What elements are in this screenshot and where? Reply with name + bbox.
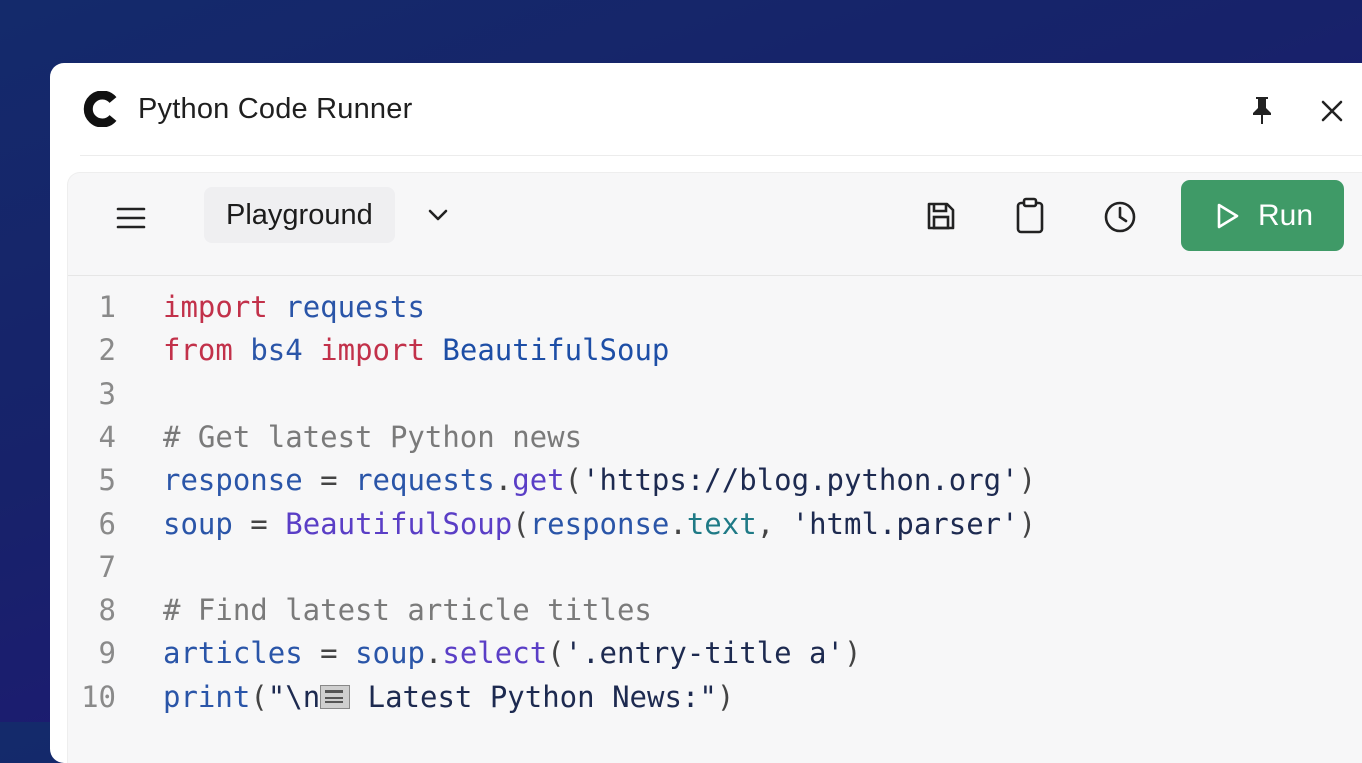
- history-clock-icon[interactable]: [1102, 199, 1138, 235]
- code-token: '.entry-title a': [564, 636, 844, 671]
- code-token: soup: [355, 636, 425, 671]
- code-line[interactable]: 10 print("\n Latest Python News:"): [68, 676, 1268, 719]
- line-number: 9: [98, 636, 116, 671]
- code-text: from bs4 import BeautifulSoup: [163, 329, 669, 372]
- code-token: ): [1018, 506, 1037, 541]
- code-line[interactable]: 8 # Find latest article titles: [68, 589, 1268, 632]
- newspaper-icon: [320, 684, 351, 709]
- playground-selected: Playground: [204, 187, 395, 243]
- code-text: import requests: [163, 286, 425, 329]
- title-bar: Python Code Runner: [50, 63, 1362, 155]
- code-token: (: [250, 679, 268, 714]
- pin-icon[interactable]: [1248, 95, 1276, 125]
- code-token: 'html.parser': [791, 506, 1019, 541]
- hamburger-menu-icon[interactable]: [114, 201, 148, 235]
- code-editor[interactable]: 1 import requests 2 from bs4 import Beautif…: [68, 276, 1362, 763]
- code-token: import: [163, 290, 268, 324]
- code-token: ): [843, 636, 862, 671]
- code-token: ): [716, 679, 735, 714]
- code-text: response = requests.get('https://blog.py…: [163, 459, 1036, 502]
- code-runner-panel: Playground Run 1 import requests 2 from …: [68, 173, 1362, 763]
- run-label: Run: [1257, 198, 1314, 232]
- line-number: 6: [98, 506, 116, 541]
- code-line[interactable]: 5 response = requests.get('https://blog.p…: [68, 459, 1268, 502]
- code-line[interactable]: 4 # Get latest Python news: [68, 416, 1268, 459]
- code-text: articles = soup.select('.entry-title a'): [163, 632, 861, 675]
- clipboard-icon[interactable]: [1013, 197, 1047, 235]
- play-icon: [1217, 203, 1239, 228]
- code-token: print: [163, 679, 251, 714]
- line-number: 2: [98, 333, 116, 368]
- code-token: (: [547, 636, 565, 671]
- code-token: bs4: [250, 333, 303, 368]
- chevron-down-icon[interactable]: [424, 201, 452, 229]
- code-token: BeautifulSoup: [442, 333, 670, 368]
- code-token: text: [686, 506, 757, 541]
- code-text: soup = BeautifulSoup(response.text, 'htm…: [163, 503, 1036, 546]
- app-title: Python Code Runner: [138, 93, 413, 125]
- code-token: requests: [355, 463, 495, 498]
- code-token: response: [529, 506, 670, 541]
- code-text: # Find latest article titles: [163, 589, 652, 632]
- line-number: 8: [98, 593, 116, 628]
- code-token: articles: [163, 636, 303, 671]
- code-token: requests: [285, 290, 425, 324]
- save-icon[interactable]: [924, 199, 958, 233]
- code-token: Latest Python News:": [350, 679, 717, 714]
- run-button[interactable]: Run: [1181, 180, 1344, 251]
- code-token: import: [320, 333, 425, 368]
- c-logo-icon: [83, 91, 117, 127]
- code-token: BeautifulSoup: [285, 506, 513, 541]
- code-token: (: [564, 463, 583, 498]
- code-token: select: [442, 636, 548, 671]
- code-token: =: [302, 636, 356, 671]
- code-line[interactable]: 2 from bs4 import BeautifulSoup: [68, 329, 1268, 372]
- code-line[interactable]: 1 import requests: [68, 286, 1268, 329]
- code-token: get: [512, 463, 565, 498]
- code-line[interactable]: 6 soup = BeautifulSoup(response.text, 'ht…: [68, 503, 1268, 546]
- line-number: 7: [98, 549, 116, 584]
- code-text: # Get latest Python news: [163, 416, 582, 459]
- line-number: 3: [98, 376, 116, 411]
- toolbar: Playground Run: [68, 173, 1362, 276]
- code-token: ): [1018, 463, 1037, 498]
- code-token: "\n: [267, 679, 321, 714]
- code-line[interactable]: 7: [68, 546, 1268, 589]
- app-window: Python Code Runner Playground Run 1 impo…: [50, 63, 1362, 763]
- code-token: 'https://blog.python.org': [582, 463, 1019, 498]
- code-token: from: [163, 333, 233, 368]
- code-token: # Find latest article titles: [163, 593, 652, 628]
- line-number: 1: [98, 290, 116, 324]
- code-token: =: [302, 463, 356, 498]
- code-token: ,: [756, 506, 792, 541]
- code-token: response: [163, 463, 303, 498]
- code-token: .: [494, 463, 513, 498]
- close-icon[interactable]: [1318, 97, 1346, 125]
- code-token: .: [424, 636, 443, 671]
- line-number: 5: [98, 463, 116, 498]
- code-token: .: [669, 506, 687, 541]
- code-token: # Get latest Python news: [163, 419, 583, 454]
- line-number: 4: [98, 419, 116, 454]
- code-token: soup: [163, 506, 233, 541]
- code-line[interactable]: 3: [68, 373, 1268, 416]
- code-text: print("\n Latest Python News:"): [163, 676, 734, 719]
- code-token: (: [512, 506, 530, 541]
- title-divider: [80, 155, 1362, 156]
- code-token: =: [232, 506, 286, 541]
- code-line[interactable]: 9 articles = soup.select('.entry-title a'…: [68, 632, 1268, 675]
- line-number: 10: [81, 679, 116, 714]
